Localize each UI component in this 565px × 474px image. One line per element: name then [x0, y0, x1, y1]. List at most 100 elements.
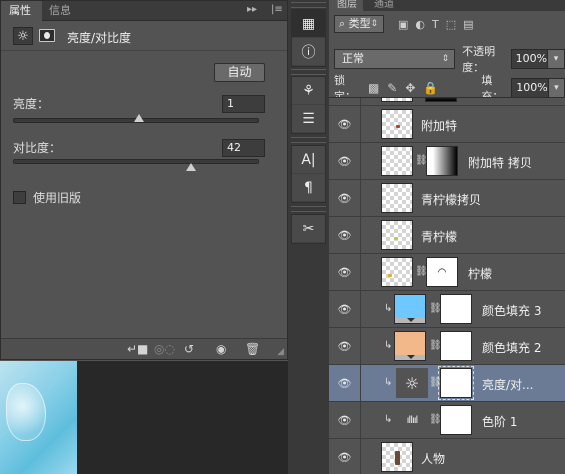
visibility-eye-icon[interactable]: 👁 — [329, 106, 361, 143]
layer-name: 青柠檬 — [421, 230, 458, 244]
contrast-label: 对比度： — [13, 141, 62, 155]
brightness-slider-thumb[interactable] — [134, 114, 145, 122]
pixel-filter-icon[interactable]: ▣ — [398, 18, 408, 31]
layer-thumbnail — [381, 442, 413, 472]
thumb-content-figure — [395, 451, 400, 465]
fill-input[interactable]: 100% — [511, 78, 549, 98]
visibility-eye-icon[interactable]: 👁 — [329, 328, 361, 365]
layer-name: 青柠檬拷贝 — [421, 193, 482, 207]
layers-panel: 图层 通道 ⌕ 类型 ⇕ ▣ ◐ T ⬚ ▤ 正常 ⇕ 不透明度： 100% ▾… — [329, 0, 565, 474]
visibility-eye-icon[interactable]: 👁 — [329, 402, 361, 439]
dock-group-2: ⚘ ☰ — [291, 76, 326, 134]
canvas-preview — [0, 361, 77, 474]
visibility-eye-icon[interactable]: 👁 — [329, 439, 361, 474]
tab-layers[interactable]: 图层 — [329, 0, 363, 11]
layer-name: 颜色填充 2 — [482, 341, 542, 355]
dock-grip-4[interactable] — [291, 206, 326, 212]
tool-presets-icon[interactable]: ✂ — [292, 215, 325, 243]
thumb-content-dot — [388, 274, 392, 277]
clipping-arrow-icon: ↳ — [384, 340, 393, 351]
visibility-eye-icon[interactable]: 👁 — [329, 365, 361, 402]
blend-mode-select[interactable]: 正常 ⇕ — [334, 49, 456, 69]
brightness-adjustment-icon[interactable]: ☼ — [13, 27, 33, 45]
auto-button[interactable]: 自动 — [214, 63, 265, 82]
layer-row[interactable] — [329, 98, 565, 106]
clipping-arrow-icon: ↳ — [384, 414, 393, 425]
tab-info[interactable]: 信息 — [44, 1, 84, 21]
levels-histogram-icon[interactable]: ıllııl — [396, 405, 428, 435]
fill-color-thumbnail[interactable] — [394, 294, 426, 324]
properties-panel-icon[interactable]: ▦ — [292, 10, 325, 38]
dock-grip-3[interactable] — [291, 137, 326, 143]
layer-row[interactable]: 👁 ↳ ⛓ 颜色填充 3 — [329, 291, 565, 328]
tab-channels[interactable]: 通道 — [374, 0, 394, 10]
opacity-input[interactable]: 100% — [510, 49, 549, 69]
clip-to-layer-icon[interactable]: ↵■ — [127, 342, 148, 356]
type-filter-icon[interactable]: T — [432, 18, 439, 31]
brightness-input[interactable]: 1 — [222, 95, 265, 113]
filter-type-select[interactable]: ⌕ 类型 ⇕ — [334, 15, 384, 33]
fill-dropdown-icon[interactable]: ▾ — [548, 78, 565, 98]
opacity-dropdown-icon[interactable]: ▾ — [548, 49, 565, 69]
dock-group-4: ✂ — [291, 214, 326, 244]
lock-all-icon[interactable]: 🔒 — [423, 81, 438, 95]
layer-thumbnail — [381, 220, 413, 250]
mask-icon[interactable] — [39, 29, 55, 42]
brush-presets-icon[interactable]: ☰ — [292, 105, 325, 133]
info-panel-icon[interactable]: ⓘ — [292, 38, 325, 66]
brightness-adjustment-icon[interactable]: ☼ — [396, 368, 428, 398]
visibility-eye-icon[interactable]: 👁 — [329, 143, 361, 180]
opacity-label: 不透明度： — [462, 45, 496, 74]
chevron-down-icon: ⇕ — [370, 19, 378, 29]
blend-row: 正常 ⇕ 不透明度： 100% ▾ — [334, 43, 565, 75]
contrast-input[interactable]: 42 — [222, 139, 265, 157]
lock-pixels-icon[interactable]: ✎ — [387, 81, 397, 95]
filter-icons: ▣ ◐ T ⬚ ▤ — [398, 18, 474, 31]
panel-menu-icon[interactable]: |≡ — [271, 4, 283, 15]
smart-object-filter-icon[interactable]: ▤ — [463, 18, 473, 31]
visibility-eye-icon[interactable]: 👁 — [329, 254, 361, 291]
brightness-slider[interactable] — [13, 114, 259, 123]
resize-grip-icon[interactable]: ◢ — [277, 347, 284, 357]
layer-row[interactable]: 👁 青柠檬拷贝 — [329, 180, 565, 217]
legacy-option[interactable]: 使用旧版 — [13, 189, 81, 206]
layer-row[interactable]: 👁 青柠檬 — [329, 217, 565, 254]
fill-color-thumbnail[interactable] — [394, 331, 426, 361]
visibility-eye-icon[interactable]: 👁 — [329, 291, 361, 328]
layer-row[interactable]: 👁 ↳ ıllııl ⛓ 色阶 1 — [329, 402, 565, 439]
view-previous-state-icon[interactable]: ◎◌ — [154, 342, 175, 356]
layer-row[interactable]: 👁 ⛓ ◠ 柠檬 — [329, 254, 565, 291]
reset-icon[interactable]: ↺ — [184, 342, 194, 356]
trash-icon[interactable]: 🗑 — [245, 342, 260, 356]
layer-row[interactable]: 👁 附加特 — [329, 106, 565, 143]
layer-mask-thumbnail — [440, 331, 472, 361]
lock-transparency-icon[interactable]: ▩ — [368, 81, 379, 95]
layer-row[interactable]: 👁 ⛓ 附加特 拷贝 — [329, 143, 565, 180]
tab-properties[interactable]: 属性 — [1, 1, 42, 21]
visibility-eye-icon[interactable]: ◉ — [216, 342, 226, 356]
contrast-slider-thumb[interactable] — [186, 163, 197, 171]
layer-name: 颜色填充 3 — [482, 304, 542, 318]
legacy-checkbox[interactable] — [13, 191, 26, 204]
layer-row[interactable]: 👁 ↳ ⛓ 颜色填充 2 — [329, 328, 565, 365]
visibility-eye-icon[interactable]: 👁 — [329, 217, 361, 254]
layer-mask-thumbnail — [440, 294, 472, 324]
layer-mask-thumbnail — [438, 366, 474, 400]
dock-group-3: A| ¶ — [291, 145, 326, 203]
layer-row-selected[interactable]: 👁 ↳ ☼ ⛓ 亮度/对... — [329, 365, 565, 402]
paragraph-panel-icon[interactable]: ¶ — [292, 174, 325, 202]
layer-name: 亮度/对... — [482, 378, 534, 392]
visibility-eye-icon[interactable] — [329, 98, 361, 106]
dock-grip-2[interactable] — [291, 69, 326, 75]
collapse-icon[interactable]: ▸▸ — [247, 4, 257, 15]
blend-mode-value: 正常 — [342, 52, 364, 65]
shape-filter-icon[interactable]: ⬚ — [446, 18, 456, 31]
visibility-eye-icon[interactable]: 👁 — [329, 180, 361, 217]
contrast-slider[interactable] — [13, 159, 259, 171]
layer-row[interactable]: 👁 人物 — [329, 439, 565, 474]
brush-panel-icon[interactable]: ⚘ — [292, 77, 325, 105]
adjustment-filter-icon[interactable]: ◐ — [415, 18, 425, 31]
lock-position-icon[interactable]: ✥ — [405, 81, 415, 95]
character-panel-icon[interactable]: A| — [292, 146, 325, 174]
dock-grip[interactable] — [291, 2, 326, 8]
